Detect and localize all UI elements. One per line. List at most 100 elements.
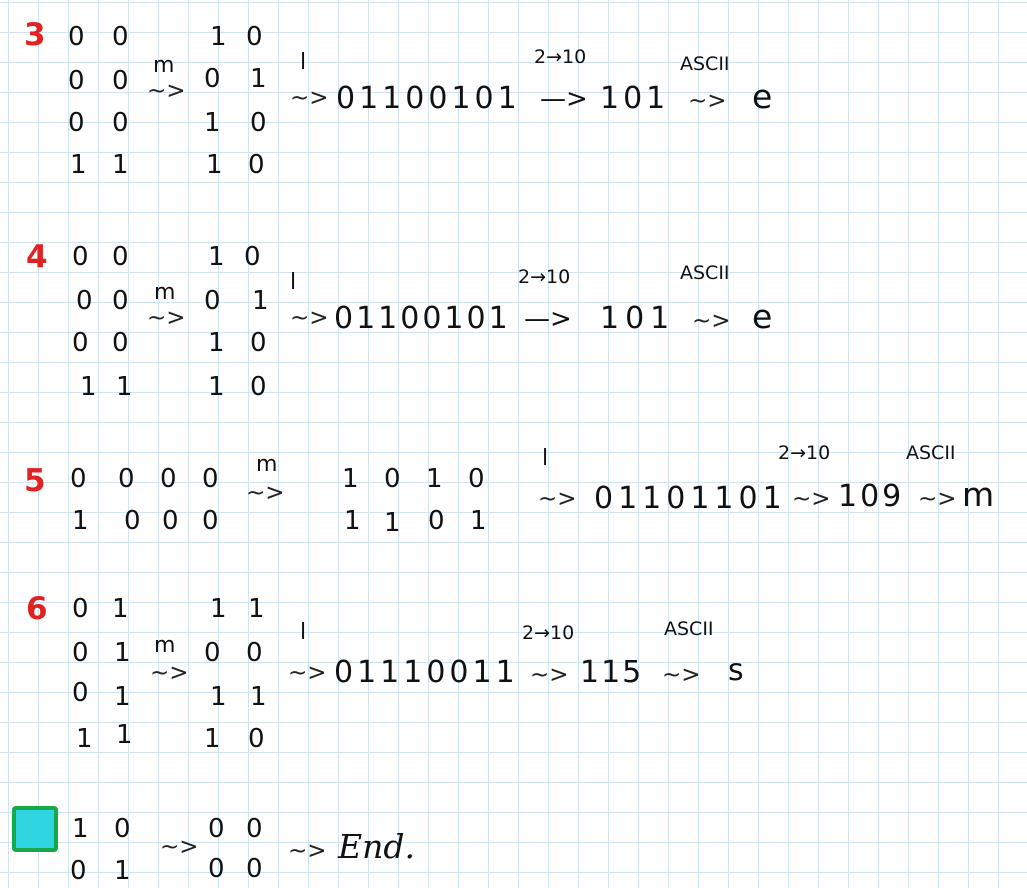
matrix-cell: 0	[428, 506, 445, 536]
step-number: 6	[26, 591, 48, 627]
matrix-cell: 0	[76, 286, 93, 316]
base-conversion-label: 2→10	[534, 46, 587, 68]
base-conversion-label: 2→10	[518, 266, 571, 288]
matrix-cell: 1	[208, 328, 225, 358]
matrix-cell: 0	[384, 464, 401, 494]
l-operation-label: l	[300, 50, 307, 75]
squiggle-arrow: ~>	[288, 660, 327, 686]
squiggle-arrow: ~>	[290, 305, 329, 331]
matrix-cell: 0	[204, 286, 221, 316]
matrix-cell: 0	[72, 638, 89, 668]
matrix-cell: 0	[202, 464, 219, 494]
matrix-cell: 0	[112, 22, 129, 52]
matrix-cell: 0	[160, 464, 177, 494]
matrix-cell: 0	[112, 242, 129, 272]
matrix-cell: 1	[116, 372, 133, 402]
matrix-cell: 0	[112, 108, 129, 138]
step-number: 3	[24, 17, 46, 53]
binary-value: 01100101	[336, 81, 521, 116]
matrix-cell: 1	[208, 242, 225, 272]
matrix-cell: 1	[342, 464, 359, 494]
matrix-cell: 0	[248, 150, 265, 180]
m-operation-label: m	[154, 280, 176, 305]
matrix-cell: 0	[112, 66, 129, 96]
matrix-cell: 1	[114, 638, 131, 668]
matrix-cell: 1	[210, 594, 227, 624]
ascii-label: ASCII	[680, 53, 730, 75]
base-conversion-label: 2→10	[522, 622, 575, 644]
ascii-character: e	[752, 77, 773, 116]
squiggle-arrow: ~>	[692, 308, 731, 334]
matrix-cell: 0	[246, 854, 263, 884]
matrix-cell: 0	[244, 242, 261, 272]
matrix-cell: 0	[72, 242, 89, 272]
decimal-value: 101	[600, 301, 676, 336]
squiggle-arrow: ~>	[150, 660, 189, 686]
matrix-cell: 1	[426, 464, 443, 494]
matrix-cell: 1	[70, 150, 87, 180]
matrix-cell: 1	[250, 64, 267, 94]
squiggle-arrow: ~>	[147, 305, 186, 331]
squiggle-arrow: ~>	[538, 486, 577, 512]
squiggle-arrow: ~>	[688, 88, 727, 114]
squiggle-arrow: ~>	[246, 480, 285, 506]
matrix-cell: 1	[112, 150, 129, 180]
squiggle-arrow: ~>	[792, 486, 831, 512]
matrix-cell: 1	[252, 286, 269, 316]
matrix-cell: 1	[114, 856, 131, 886]
squiggle-arrow: ~>	[288, 838, 327, 864]
matrix-cell: 1	[250, 682, 267, 712]
matrix-cell: 0	[118, 464, 135, 494]
matrix-cell: 0	[112, 286, 129, 316]
matrix-cell: 0	[68, 22, 85, 52]
matrix-cell: 0	[72, 678, 89, 708]
decimal-value: 101	[600, 81, 670, 116]
squiggle-arrow: ~>	[662, 662, 701, 688]
base-conversion-label: 2→10	[778, 442, 831, 464]
decimal-value: 109	[838, 479, 905, 514]
matrix-cell: 0	[250, 328, 267, 358]
ascii-label: ASCII	[680, 262, 730, 284]
matrix-cell: 0	[246, 638, 263, 668]
matrix-cell: 0	[246, 22, 263, 52]
m-operation-label: m	[256, 452, 278, 477]
matrix-cell: 0	[208, 814, 225, 844]
matrix-cell: 0	[114, 814, 131, 844]
matrix-cell: 1	[384, 508, 401, 538]
l-operation-label: l	[542, 446, 549, 471]
arrow: —>	[524, 304, 572, 334]
binary-value: 01110011	[334, 655, 519, 690]
squiggle-arrow: ~>	[530, 662, 569, 688]
matrix-cell: 1	[204, 108, 221, 138]
squiggle-arrow: ~>	[160, 834, 199, 860]
matrix-cell: 0	[248, 724, 265, 754]
step-number: 4	[26, 239, 48, 275]
matrix-cell: 0	[162, 506, 179, 536]
arrow: —>	[540, 84, 588, 114]
matrix-cell: 1	[208, 372, 225, 402]
matrix-cell: 0	[204, 64, 221, 94]
end-label: End.	[338, 827, 415, 866]
matrix-cell: 0	[70, 464, 87, 494]
matrix-cell: 1	[114, 682, 131, 712]
matrix-cell: 1	[344, 506, 361, 536]
matrix-cell: 1	[76, 724, 93, 754]
matrix-cell: 0	[68, 108, 85, 138]
matrix-cell: 1	[210, 22, 227, 52]
matrix-cell: 1	[210, 682, 227, 712]
matrix-cell: 0	[72, 594, 89, 624]
matrix-cell: 0	[72, 328, 89, 358]
m-operation-label: m	[154, 633, 176, 658]
matrix-cell: 0	[208, 854, 225, 884]
matrix-cell: 0	[70, 856, 87, 886]
binary-value: 01100101	[334, 301, 511, 336]
final-marker-square	[12, 806, 58, 852]
matrix-cell: 1	[116, 720, 133, 750]
ascii-character: m	[962, 475, 995, 514]
ascii-character: s	[728, 653, 744, 688]
matrix-cell: 0	[202, 506, 219, 536]
matrix-cell: 1	[72, 506, 89, 536]
matrix-cell: 1	[112, 594, 129, 624]
matrix-cell: 0	[246, 814, 263, 844]
ascii-label: ASCII	[906, 442, 956, 464]
